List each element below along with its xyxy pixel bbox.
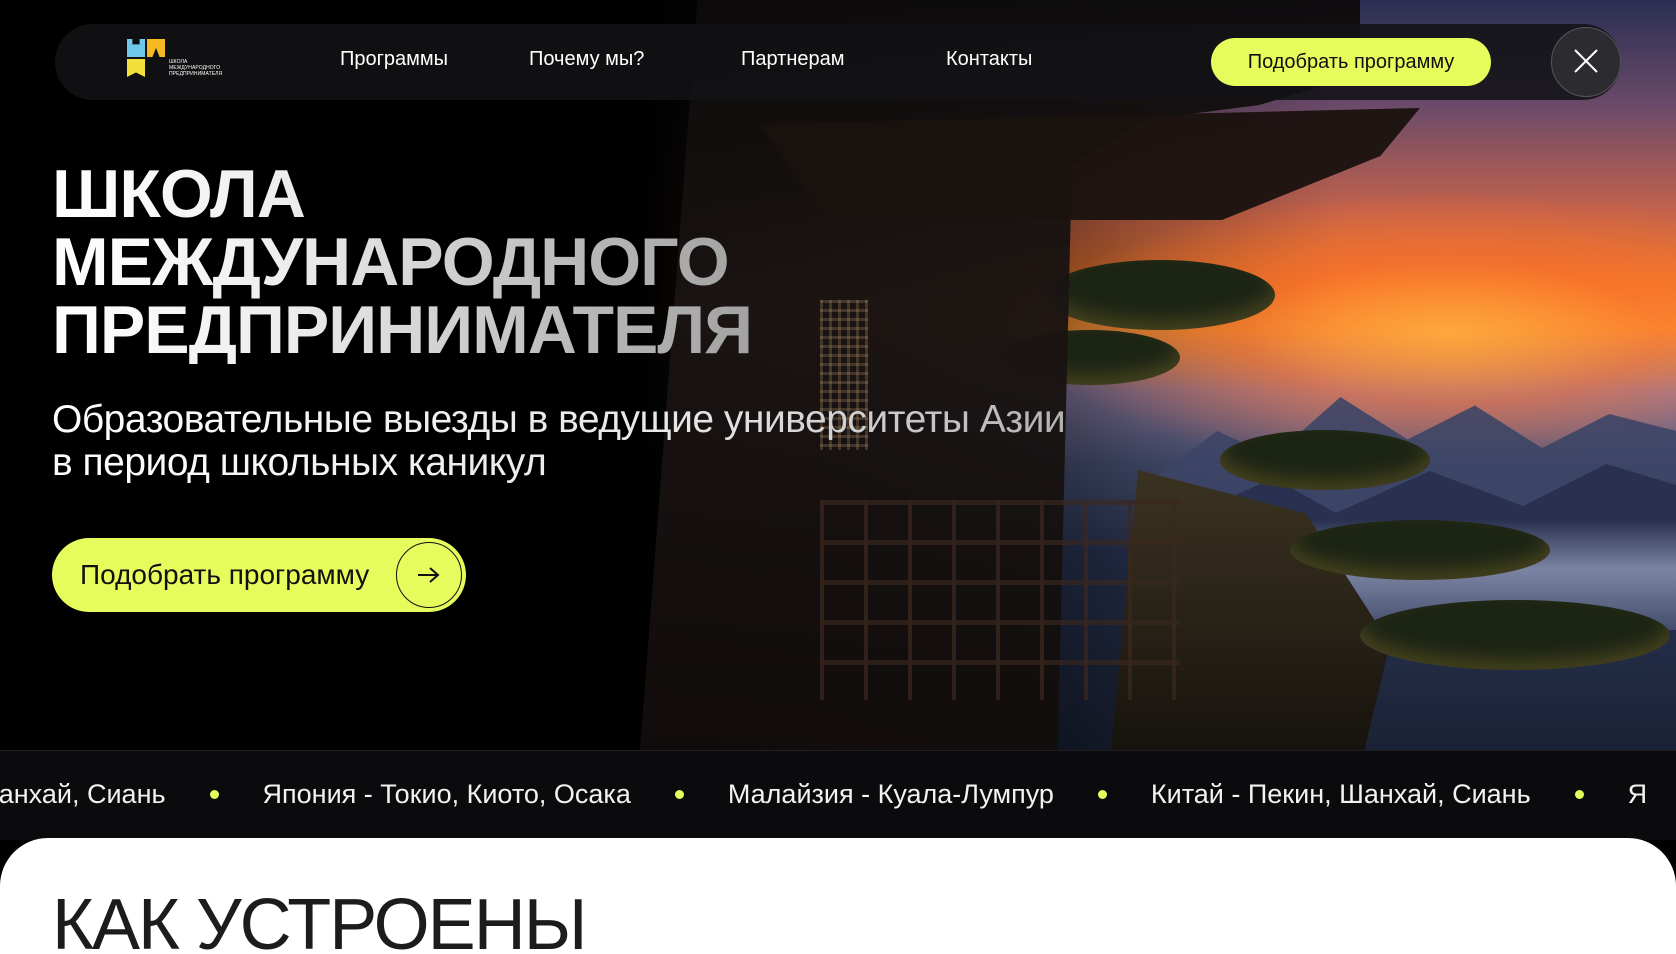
hero-subtitle: Образовательные выезды в ведущие универс… <box>52 398 1202 484</box>
school-logo[interactable]: ШКОЛА МЕЖДУНАРОДНОГО ПРЕДПРИНИМАТЕЛЯ <box>127 39 222 85</box>
temple-railing <box>820 500 1180 700</box>
ticker-track: Шанхай, Сиань Япония - Токио, Киото, Оса… <box>0 779 1647 810</box>
ticker-item: Япония - Токио, Киото, Осака <box>262 779 631 809</box>
hero-title: ШКОЛА МЕЖДУНАРОДНОГО ПРЕДПРИНИМАТЕЛЯ <box>52 160 812 364</box>
ticker-separator-dot <box>209 790 219 799</box>
close-menu-button[interactable] <box>1551 27 1621 97</box>
logo-block-orange <box>147 39 165 57</box>
ticker-separator-dot <box>674 790 684 799</box>
logo-wordmark: ШКОЛА МЕЖДУНАРОДНОГО ПРЕДПРИНИМАТЕЛЯ <box>169 59 223 77</box>
pine-tree-canopy <box>1045 260 1275 330</box>
hero-title-line: ШКОЛА <box>52 156 305 232</box>
hero-cta-label: Подобрать программу <box>80 559 370 590</box>
how-it-works-section: КАК УСТРОЕНЫ <box>0 838 1676 954</box>
logo-block-empty <box>147 59 165 77</box>
logo-block-yellow <box>127 59 145 77</box>
nav-link-programs[interactable]: Программы <box>340 48 448 71</box>
hero-subtitle-line: в период школьных каникул <box>52 441 547 484</box>
hero-title-line: ПРЕДПРИНИМАТЕЛЯ <box>52 292 752 368</box>
ticker-item: Малайзия - Куала-Лумпур <box>727 779 1054 809</box>
logo-mark-icon <box>127 39 165 77</box>
ticker-separator-dot <box>1097 790 1107 799</box>
ticker-separator-dot <box>1574 790 1584 799</box>
logo-text-line: ПРЕДПРИНИМАТЕЛЯ <box>169 71 223 77</box>
hero-subtitle-line: Образовательные выезды в ведущие универс… <box>52 398 1066 441</box>
arrow-right-icon <box>396 542 462 608</box>
nav-choose-program-button[interactable]: Подобрать программу <box>1211 38 1491 86</box>
section-title: КАК УСТРОЕНЫ <box>52 885 587 954</box>
ticker-item: Шанхай, Сиань <box>0 779 166 809</box>
nav-link-contacts[interactable]: Контакты <box>946 48 1032 71</box>
logo-block-blue <box>127 39 145 57</box>
navbar: ШКОЛА МЕЖДУНАРОДНОГО ПРЕДПРИНИМАТЕЛЯ Про… <box>55 24 1621 100</box>
nav-link-partners[interactable]: Партнерам <box>741 48 845 71</box>
hero-background <box>0 0 1676 750</box>
ticker-item: Я <box>1627 779 1648 809</box>
close-icon <box>1572 47 1600 78</box>
hero-choose-program-button[interactable]: Подобрать программу <box>52 538 466 612</box>
ticker-item: Китай - Пекин, Шанхай, Сиань <box>1150 779 1531 809</box>
destinations-ticker: Шанхай, Сиань Япония - Токио, Киото, Оса… <box>0 750 1676 840</box>
nav-link-why-us[interactable]: Почему мы? <box>529 48 644 71</box>
pine-tree-canopy <box>1360 600 1670 670</box>
pine-tree-canopy <box>1290 520 1550 580</box>
pine-tree-canopy <box>1220 430 1430 490</box>
hero-title-line: МЕЖДУНАРОДНОГО <box>52 224 729 300</box>
